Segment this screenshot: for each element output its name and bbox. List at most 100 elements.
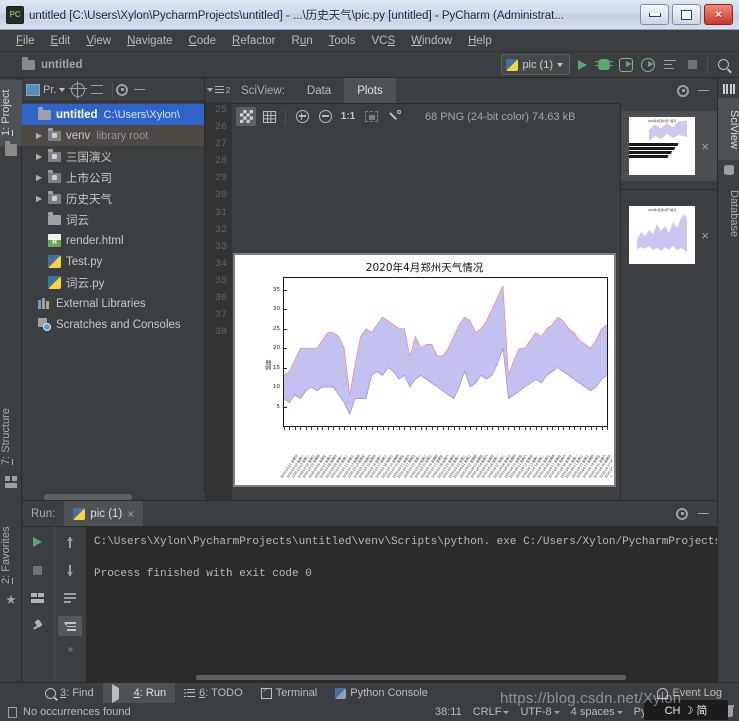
menu-item-edit[interactable]: Edit (43, 33, 79, 49)
sidebar-item-project[interactable]: 1: Project (0, 80, 22, 146)
scroll-from-source-button[interactable] (69, 80, 88, 99)
actual-size-button[interactable]: 1:1 (338, 107, 358, 126)
tree-node[interactable]: 词云 (22, 209, 204, 230)
project-view-selector[interactable]: Pr. (26, 83, 66, 96)
line-number: 38 (214, 327, 227, 339)
zoom-out-button[interactable] (315, 107, 335, 126)
gutter-header[interactable]: 2 (205, 78, 232, 102)
tree-node[interactable]: Scratches and Consoles (22, 314, 204, 335)
encoding-selector[interactable]: UTF-8 (520, 706, 560, 718)
close-thumbnail-button[interactable]: × (701, 229, 709, 242)
plot-thumbnail-item[interactable]: 2020年4月郑州天气情况 × (621, 111, 717, 181)
project-settings-button[interactable] (116, 83, 129, 96)
sciview-hide-button[interactable] (698, 89, 709, 92)
tree-node[interactable]: 历史天气 (22, 188, 204, 209)
sidebar-item-structure[interactable]: 7: Structure (0, 396, 22, 478)
tree-node-label: Test.py (66, 255, 103, 268)
tree-node[interactable]: 上市公司 (22, 167, 204, 188)
expand-arrow-icon[interactable] (36, 131, 48, 140)
line-separator-selector[interactable]: CRLF (473, 706, 510, 718)
pin-tab-button[interactable] (26, 616, 50, 636)
zoom-in-button[interactable] (292, 107, 312, 126)
breadcrumb[interactable]: untitled (22, 56, 83, 71)
gutter-badge: 2 (225, 85, 231, 95)
tree-node[interactable]: venv library root (22, 125, 204, 146)
menu-item-run[interactable]: Run (284, 33, 321, 49)
bottom-tab-run[interactable]: 4: Run (102, 682, 176, 704)
transparency-toggle-button[interactable] (236, 107, 256, 126)
run-configuration-selector[interactable]: pic (1) (501, 54, 570, 75)
expand-arrow-icon[interactable] (36, 194, 48, 203)
run-console-button[interactable] (660, 55, 680, 75)
sciview-settings-button[interactable] (677, 84, 689, 97)
fit-icon (364, 111, 378, 122)
tree-node-label: 上市公司 (66, 172, 112, 185)
collapse-all-button[interactable] (91, 84, 104, 96)
ime-indicator[interactable]: CH ☽ 简 (644, 700, 728, 720)
expand-arrow-icon[interactable] (36, 152, 48, 161)
more-actions-button[interactable]: » (67, 644, 73, 655)
bottom-tab-find[interactable]: 3: Find (36, 683, 103, 704)
tab-plots[interactable]: Plots (344, 78, 396, 103)
run-tab[interactable]: pic (1) × (64, 501, 144, 526)
run-button[interactable] (572, 55, 592, 75)
plot-thumbnail-item[interactable]: 2020年4月郑州天气情况 × (621, 198, 717, 272)
grid-toggle-button[interactable] (259, 107, 279, 126)
menu-item-code[interactable]: Code (181, 33, 225, 49)
x-tick (585, 426, 586, 430)
sidebar-item-favorites[interactable]: 2: Favorites (0, 514, 22, 596)
profile-button[interactable] (638, 55, 658, 75)
stop-button[interactable] (682, 55, 702, 75)
tree-node[interactable]: render.html (22, 230, 204, 251)
soft-wrap-button[interactable] (58, 588, 82, 608)
tree-node[interactable]: 三国演义 (22, 146, 204, 167)
run-settings-button[interactable] (676, 507, 688, 520)
plot-figure-frame[interactable]: 2020年4月郑州天气情况 温度 5 10 15 20 25 30 35 2020-03-0… (233, 253, 616, 487)
scroll-to-end-button[interactable] (58, 616, 83, 636)
rerun-button[interactable] (26, 532, 50, 552)
maximize-button[interactable] (672, 4, 701, 25)
run-hide-button[interactable] (698, 512, 709, 515)
run-with-coverage-button[interactable] (616, 55, 636, 75)
x-tick (289, 426, 291, 430)
close-thumbnail-button[interactable]: × (701, 140, 709, 153)
tree-node[interactable]: Test.py (22, 251, 204, 272)
bottom-tab-todo[interactable]: 6: TODO (175, 683, 252, 704)
expand-arrow-icon[interactable] (36, 173, 48, 182)
layout-button[interactable] (26, 588, 50, 608)
bottom-tab-python-console[interactable]: Python Console (326, 683, 437, 704)
tree-node[interactable]: External Libraries (22, 293, 204, 314)
menu-item-navigate[interactable]: Navigate (119, 33, 180, 49)
minimize-button[interactable] (640, 4, 669, 25)
debug-button[interactable] (594, 55, 614, 75)
fit-to-window-button[interactable] (361, 107, 381, 126)
x-tick (316, 426, 318, 430)
menu-item-file[interactable]: File (8, 33, 43, 49)
sidebar-item-database[interactable]: Database (718, 179, 739, 249)
color-picker-button[interactable] (384, 107, 404, 126)
x-tick (475, 426, 477, 430)
scroll-down-button[interactable] (58, 560, 82, 580)
search-everywhere-button[interactable] (713, 55, 733, 75)
sidebar-item-sciview[interactable]: SciView (718, 98, 739, 160)
close-icon[interactable]: × (127, 507, 134, 521)
menu-item-view[interactable]: View (78, 33, 119, 49)
module-icon (48, 127, 61, 141)
tab-data[interactable]: Data (294, 78, 344, 103)
caret-position[interactable]: 38:11 (435, 706, 462, 718)
menu-item-help[interactable]: Help (460, 33, 500, 49)
indent-selector[interactable]: 4 spaces (571, 706, 623, 718)
menu-item-window[interactable]: Window (403, 33, 460, 49)
console-horizontal-scrollbar[interactable] (196, 675, 626, 680)
menu-item-refactor[interactable]: Refactor (224, 33, 283, 49)
run-console-output[interactable]: C:\Users\Xylon\PycharmProjects\untitled\… (86, 526, 717, 682)
hide-panel-button[interactable] (134, 88, 146, 91)
bottom-tab-terminal[interactable]: Terminal (252, 683, 327, 704)
tree-node[interactable]: 词云.py (22, 272, 204, 293)
menu-item-tools[interactable]: Tools (321, 33, 364, 49)
stop-process-button[interactable] (26, 560, 50, 580)
tree-node[interactable]: untitled C:\Users\Xylon\ (22, 104, 204, 125)
close-button[interactable]: × (704, 4, 733, 25)
scroll-up-button[interactable] (58, 532, 82, 552)
menu-item-vcs[interactable]: VCS (363, 33, 403, 49)
